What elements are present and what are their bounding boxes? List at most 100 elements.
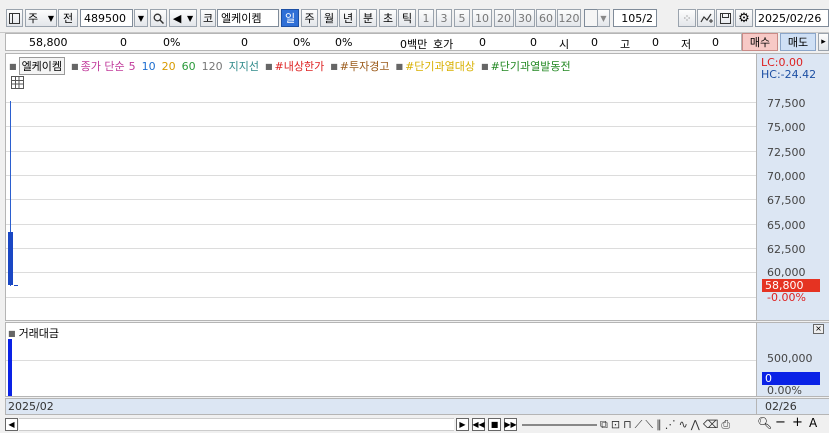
market-badge: 코 (200, 9, 216, 27)
price-tick: 75,000 (767, 121, 806, 134)
fast-forward-button[interactable]: ▶▶ (504, 418, 517, 431)
chevron-down-icon: ▼ (137, 13, 145, 23)
sound-button[interactable]: ◀ ▼ (169, 9, 197, 27)
legend-ma-10[interactable]: 10 (142, 60, 156, 73)
wave-icon[interactable]: ∿ (679, 418, 688, 431)
volume-chart-area[interactable]: ■ 거래대금 (5, 322, 757, 397)
volume-pct: 0% (293, 36, 311, 49)
minute-step-60[interactable]: 60 (536, 9, 556, 27)
volume-axis: × 500,000 0 0.00% (757, 322, 829, 397)
settings-button[interactable]: ⚙ (735, 9, 753, 27)
prev-button[interactable]: 전 (58, 9, 78, 27)
legend-ma-60[interactable]: 60 (182, 60, 196, 73)
legend-ma-120[interactable]: 120 (202, 60, 223, 73)
high-value: 0 (652, 36, 659, 49)
price-tick: 65,000 (767, 219, 806, 232)
count-value: 105 (621, 11, 643, 25)
period-week-button[interactable]: 주 (301, 9, 318, 27)
plus-icon[interactable]: + (792, 415, 803, 430)
buy-button[interactable]: 매수 (742, 33, 778, 51)
price-axis[interactable]: LC:0.00 HC:-24.42 77,500 75,000 72,500 7… (757, 53, 829, 321)
legend-ma-5[interactable]: 5 (129, 60, 136, 73)
grid-toggle-icon[interactable] (11, 76, 24, 89)
font-size-icon[interactable]: A (809, 416, 817, 430)
grid-line (6, 175, 756, 176)
minute-step-5[interactable]: 5 (454, 9, 470, 27)
period-second-button[interactable]: 초 (379, 9, 397, 27)
horizontal-scrollbar[interactable] (19, 418, 454, 431)
code-dropdown-button[interactable]: ▼ (134, 9, 148, 27)
crosshair-button[interactable]: ⁘ (678, 9, 696, 27)
low-label: 저 (681, 38, 692, 51)
date-axis: 2025/02 (5, 398, 757, 415)
count-input[interactable]: 105/2 (613, 9, 657, 27)
price-chart-area[interactable]: ■ 엘케이켐 ■ 종가 단순 5 10 20 60 120 지지선 ■ #내상한… (5, 53, 757, 321)
legend-overheat[interactable]: #단기과열대상 (405, 58, 475, 74)
period-tick-button[interactable]: 틱 (398, 9, 416, 27)
legend-warning[interactable]: #투자경고 (340, 58, 390, 74)
minute-step-10[interactable]: 10 (472, 9, 492, 27)
legend-ma-20[interactable]: 20 (162, 60, 176, 73)
scroll-left-button[interactable]: ◀ (5, 418, 18, 431)
trend-icon[interactable]: ⟍ (645, 418, 653, 432)
date-axis-right: 02/26 (757, 398, 829, 415)
erase-icon[interactable]: ⌫ (703, 418, 719, 431)
open-label: 시 (559, 38, 570, 51)
period-month-button[interactable]: 월 (320, 9, 338, 27)
period-minute-button[interactable]: 분 (359, 9, 377, 27)
close-pane-button[interactable]: × (813, 324, 824, 334)
price-tick: 72,500 (767, 146, 806, 159)
date-input[interactable]: 2025/02/26 (755, 9, 829, 27)
quote-bar: 58,800 0 0% 0 0% 0% 0백만 호가 0 0 시 0 고 0 저… (5, 33, 742, 51)
grid-line (6, 224, 756, 225)
legend-limit[interactable]: #내상한가 (275, 58, 325, 74)
minus-icon[interactable]: − (775, 415, 786, 430)
legend-marker-icon: ■ (9, 61, 17, 71)
save-button[interactable] (716, 9, 734, 27)
legend-marker-icon: ■ (71, 61, 79, 71)
price-tick: 60,000 (767, 266, 806, 279)
chevron-down-icon: ▼ (187, 13, 194, 23)
minute-step-1[interactable]: 1 (418, 9, 434, 27)
minute-step-20[interactable]: 20 (494, 9, 514, 27)
gear-icon: ⚙ (738, 10, 750, 26)
low-value: 0 (712, 36, 719, 49)
legend-overheat-trigger[interactable]: #단기과열발동전 (491, 58, 571, 74)
magnet-icon[interactable]: ⊓ (623, 418, 632, 431)
sell-button[interactable]: 매도 (780, 33, 816, 51)
tool-icons: ⧉ ⊡ ⊓ ⟋ ⟍ ∥ ⋰ ∿ ⋀ ⌫ ⎙ (600, 416, 750, 433)
scroll-right-button[interactable]: ▶ (456, 418, 469, 431)
line-icon[interactable]: ⟋ (635, 418, 643, 432)
minute-step-3[interactable]: 3 (436, 9, 452, 27)
stop-button[interactable]: ■ (488, 418, 501, 431)
date-axis-end: 02/26 (765, 400, 797, 413)
select-icon[interactable]: ⊡ (611, 418, 620, 431)
chevron-down-icon: ▼ (47, 13, 54, 23)
stock-code-input[interactable]: 489500 (80, 9, 133, 27)
legend-support[interactable]: 지지선 (229, 58, 259, 74)
minute-step-30[interactable]: 30 (515, 9, 535, 27)
legend-ma-label[interactable]: 종가 단순 (81, 58, 125, 74)
zoom-in-icon[interactable]: 🔍︎ (757, 416, 772, 430)
pattern-icon[interactable]: ⋀ (691, 418, 700, 431)
interval-dropdown-button[interactable]: ▼ (597, 9, 610, 27)
grid-line (6, 272, 756, 273)
period-day-button[interactable]: 일 (281, 9, 299, 27)
more-button[interactable]: ▸ (818, 33, 829, 51)
draw-tool-button[interactable] (697, 9, 715, 27)
channel-icon[interactable]: ∥ (656, 418, 662, 431)
minute-step-120[interactable]: 120 (557, 9, 581, 27)
search-button[interactable] (150, 9, 167, 27)
legend-stock-name[interactable]: 엘케이켐 (18, 57, 66, 75)
grid-line (6, 297, 756, 298)
layout-icon[interactable] (6, 9, 23, 27)
copy-icon[interactable]: ⧉ (600, 418, 608, 432)
period-year-button[interactable]: 년 (339, 9, 357, 27)
price-tick: 77,500 (767, 97, 806, 110)
stock-name-field[interactable]: 엘케이켐 (217, 9, 279, 27)
zoom-slider[interactable] (522, 424, 597, 426)
fib-icon[interactable]: ⋰ (665, 418, 676, 431)
capture-icon[interactable]: ⎙ (721, 418, 730, 432)
market-select[interactable]: 주 ▼ (25, 9, 57, 27)
rewind-button[interactable]: ◀◀ (472, 418, 485, 431)
